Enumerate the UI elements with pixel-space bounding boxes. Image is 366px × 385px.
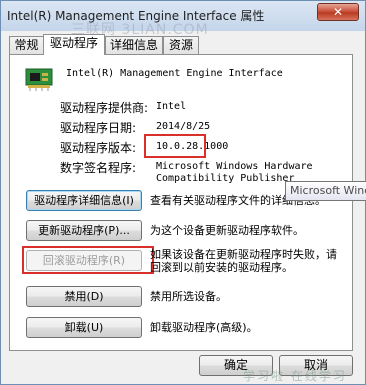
update-driver-button[interactable]: 更新驱动程序(P)... [26, 220, 142, 241]
disable-button[interactable]: 禁用(D) [26, 286, 142, 307]
uninstall-button[interactable]: 卸载(U) [26, 317, 142, 338]
date-value: 2014/8/25 [156, 121, 211, 132]
signer-value-line2: Compatibility Publisher [156, 173, 295, 184]
driver-details-button[interactable]: 驱动程序详细信息(I) [26, 190, 142, 211]
version-label: 驱动程序版本: [60, 141, 137, 155]
signer-value-line1: Microsoft Windows Hardware [156, 161, 313, 172]
footer-watermark: 学习啦 在线学习 [243, 369, 347, 383]
update-description: 为这个设备更新驱动程序软件。 [150, 224, 304, 237]
provider-label: 驱动程序提供商: [60, 101, 149, 115]
tab-driver[interactable]: 驱动程序 [43, 34, 105, 55]
signer-label: 数字签名程序: [60, 161, 137, 175]
uninstall-description: 卸载驱动程序(高级)。 [150, 321, 258, 334]
rollback-description-line2: 回滚到以前安装的驱动程序。 [150, 261, 293, 274]
rollback-description-line1: 如果该设备在更新驱动程序时失败，请 [150, 248, 337, 261]
tab-details[interactable]: 详细信息 [105, 36, 163, 54]
chip-icon [25, 68, 53, 91]
properties-dialog: Intel(R) Management Engine Interface 属性 … [0, 0, 366, 385]
tab-resources[interactable]: 资源 [163, 36, 199, 54]
tab-general[interactable]: 常规 [9, 36, 44, 54]
driver-tab-panel: Intel(R) Management Engine Interface 驱动程… [9, 54, 353, 351]
date-label: 驱动程序日期: [60, 121, 137, 135]
disable-description: 禁用所选设备。 [150, 290, 227, 303]
provider-value: Intel [156, 101, 187, 112]
rollback-highlight-box [22, 246, 154, 274]
signer-tooltip: Microsoft Windows Hardw [285, 181, 366, 201]
device-name: Intel(R) Management Engine Interface [66, 68, 283, 79]
close-button[interactable]: ✕ [317, 3, 359, 21]
version-highlight-box [144, 134, 206, 158]
